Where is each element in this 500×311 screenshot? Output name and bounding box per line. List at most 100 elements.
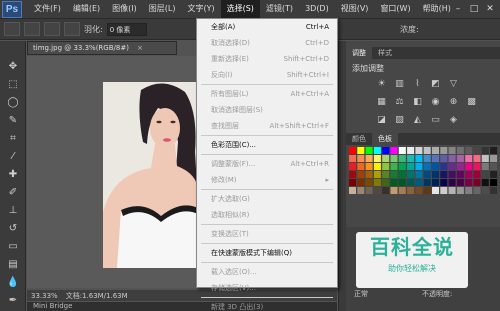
zoom-level[interactable]: 33.33% — [31, 292, 58, 300]
swatch[interactable] — [481, 187, 489, 194]
healing-tool-icon[interactable]: ✚ — [5, 167, 21, 181]
menu-item-1[interactable]: 编辑(E) — [67, 0, 106, 18]
swatch[interactable] — [448, 163, 456, 170]
levels-icon[interactable]: ▥ — [394, 79, 405, 90]
swatch[interactable] — [423, 155, 431, 162]
swatch[interactable] — [407, 147, 415, 154]
swatch[interactable] — [473, 187, 481, 194]
swatch[interactable] — [382, 147, 390, 154]
swatch[interactable] — [465, 171, 473, 178]
select-menu-item[interactable]: 扩大选取(G) — [197, 191, 337, 207]
swatch[interactable] — [357, 187, 365, 194]
swatch[interactable] — [390, 187, 398, 194]
marquee-tool-icon[interactable]: ⬚ — [5, 77, 21, 91]
swatch[interactable] — [456, 155, 464, 162]
swatch[interactable] — [365, 179, 373, 186]
selection-new-icon[interactable] — [24, 22, 40, 36]
swatch[interactable] — [415, 147, 423, 154]
swatch[interactable] — [415, 187, 423, 194]
select-menu-item[interactable]: 全部(A) Ctrl+A — [197, 19, 337, 35]
channel-mixer-icon[interactable]: ⊕ — [448, 97, 459, 108]
swatch[interactable] — [440, 163, 448, 170]
close-document-icon[interactable]: × — [137, 44, 143, 52]
swatch[interactable] — [357, 171, 365, 178]
swatch[interactable] — [440, 147, 448, 154]
hue-saturation-icon[interactable]: ▦ — [376, 97, 387, 108]
swatch[interactable] — [390, 163, 398, 170]
swatch[interactable] — [481, 179, 489, 186]
swatch[interactable] — [481, 155, 489, 162]
swatch[interactable] — [390, 179, 398, 186]
swatch[interactable] — [382, 179, 390, 186]
panel-collapse-strip[interactable] — [338, 41, 346, 311]
swatch[interactable] — [398, 147, 406, 154]
select-menu-item[interactable]: 反向(I) Shift+Ctrl+I — [197, 67, 337, 83]
document-info[interactable]: 文档:1.63M/1.63M — [66, 291, 128, 301]
select-menu-item[interactable]: 存储选区(V)... — [197, 280, 337, 296]
swatch[interactable] — [373, 155, 381, 162]
swatch[interactable] — [357, 147, 365, 154]
swatch[interactable] — [407, 155, 415, 162]
swatch[interactable] — [382, 187, 390, 194]
menu-item-5[interactable]: 选择(S) — [220, 0, 260, 18]
swatch[interactable] — [456, 163, 464, 170]
crop-tool-icon[interactable]: ⌗ — [5, 131, 21, 145]
swatch[interactable] — [448, 171, 456, 178]
swatch[interactable] — [423, 147, 431, 154]
swatch[interactable] — [473, 155, 481, 162]
swatch[interactable] — [373, 171, 381, 178]
swatch[interactable] — [440, 187, 448, 194]
swatch[interactable] — [456, 179, 464, 186]
document-tab[interactable]: timg.jpg @ 33.3%(RGB/8#) × — [27, 41, 177, 55]
swatch[interactable] — [373, 163, 381, 170]
swatch[interactable] — [382, 163, 390, 170]
swatch[interactable] — [349, 163, 356, 170]
selection-add-icon[interactable] — [44, 22, 60, 36]
select-menu-item[interactable]: 取消选择(D) Ctrl+D — [197, 35, 337, 51]
swatch[interactable] — [448, 155, 456, 162]
swatch[interactable] — [456, 171, 464, 178]
tab-styles[interactable]: 样式 — [372, 47, 398, 59]
swatch[interactable] — [481, 147, 489, 154]
select-menu-item[interactable]: 调整蒙版(F)... Alt+Ctrl+R — [197, 156, 337, 172]
swatch[interactable] — [349, 147, 356, 154]
swatch[interactable] — [423, 179, 431, 186]
swatch[interactable] — [398, 155, 406, 162]
swatch[interactable] — [490, 147, 498, 154]
swatch[interactable] — [465, 187, 473, 194]
swatch[interactable] — [465, 155, 473, 162]
lasso-tool-icon[interactable]: ◯ — [5, 95, 21, 109]
maximize-icon[interactable]: □ — [468, 3, 480, 15]
menu-item-7[interactable]: 3D(D) — [299, 0, 335, 18]
swatch[interactable] — [415, 163, 423, 170]
select-menu-item[interactable]: 所有图层(L) Alt+Ctrl+A — [197, 86, 337, 102]
menu-item-3[interactable]: 图层(L) — [143, 0, 182, 18]
brush-tool-icon[interactable]: ✐ — [5, 185, 21, 199]
select-menu-item[interactable]: 在快速蒙版模式下编辑(Q) — [197, 245, 337, 261]
swatch[interactable] — [415, 155, 423, 162]
swatch[interactable] — [365, 163, 373, 170]
swatch[interactable] — [473, 147, 481, 154]
swatch[interactable] — [473, 179, 481, 186]
swatch[interactable] — [390, 155, 398, 162]
swatch[interactable] — [365, 187, 373, 194]
threshold-icon[interactable]: ◭ — [412, 115, 423, 126]
menu-item-2[interactable]: 图像(I) — [106, 0, 143, 18]
swatch[interactable] — [349, 187, 356, 194]
tab-adjustments[interactable]: 调整 — [346, 47, 372, 59]
swatch[interactable] — [456, 147, 464, 154]
eyedropper-tool-icon[interactable]: ⁄ — [5, 149, 21, 163]
swatch[interactable] — [456, 187, 464, 194]
swatch[interactable] — [382, 155, 390, 162]
swatch[interactable] — [398, 163, 406, 170]
swatch[interactable] — [382, 171, 390, 178]
menu-item-9[interactable]: 窗口(W) — [374, 0, 416, 18]
swatch[interactable] — [357, 179, 365, 186]
swatch[interactable] — [423, 171, 431, 178]
swatch[interactable] — [365, 155, 373, 162]
minimize-icon[interactable]: – — [452, 3, 464, 15]
color-lookup-icon[interactable]: ▩ — [466, 97, 477, 108]
blend-mode-select[interactable]: 正常 — [354, 289, 368, 299]
swatch[interactable] — [398, 187, 406, 194]
posterize-icon[interactable]: ▨ — [394, 115, 405, 126]
